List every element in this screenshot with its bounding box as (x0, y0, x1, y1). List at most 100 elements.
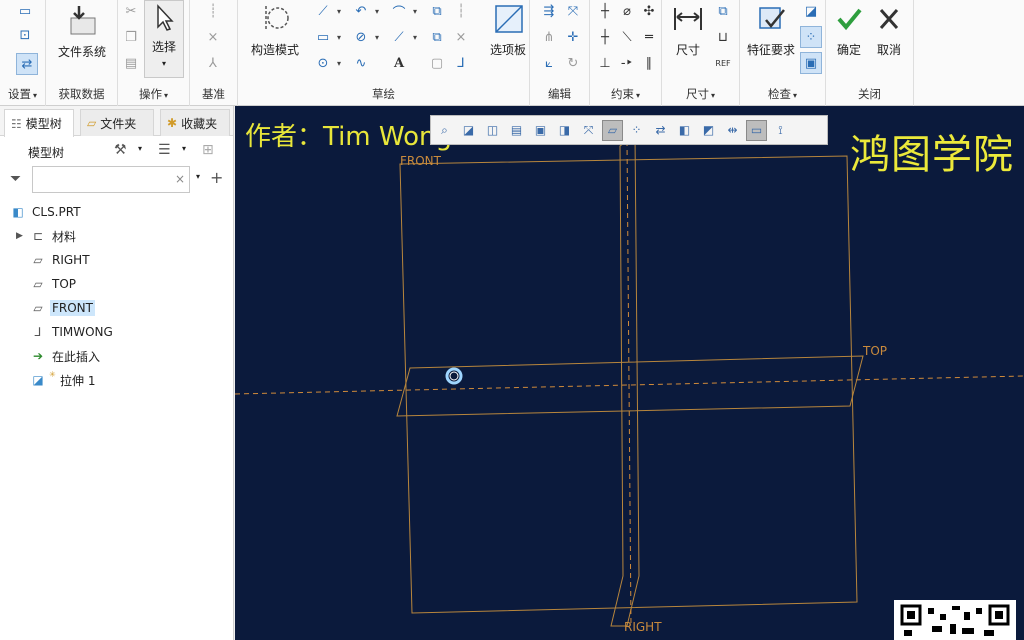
line-icon[interactable]: ⟋ (314, 2, 341, 20)
spline-icon[interactable]: ∿ (352, 54, 370, 72)
arc-icon[interactable]: ↶ (352, 2, 379, 20)
datum-display-icon[interactable]: ⤧ (578, 120, 599, 141)
refit-icon[interactable]: ⌕ (434, 120, 455, 141)
shaded-icon[interactable]: ◧ (674, 120, 695, 141)
feature-requirements-button[interactable]: 特征要求 (742, 2, 800, 58)
graphics-window[interactable]: 作者：Tim Wong 鸿图学院 ⌕ ◪ ◫ ▤ ▣ ◨ ⤧ ▱ ⁘ ⇄ ◧ ◩… (235, 106, 1024, 640)
search-dropdown-icon[interactable]: ▾ (196, 172, 200, 181)
overlapping-geometry-icon[interactable]: ◪ (802, 2, 820, 20)
dimension-display-icon[interactable]: ⇹ (722, 120, 743, 141)
tree-node-insert-here[interactable]: ➔ 在此插入 (0, 344, 234, 368)
rectangle-icon[interactable]: ▭ (314, 28, 341, 46)
tab-folder[interactable]: ▱ 文件夹 (80, 109, 154, 136)
sketch-view-icon[interactable]: ⇄ (16, 53, 38, 75)
plane-display-icon[interactable]: ▱ (602, 119, 623, 141)
show-dropdown-icon[interactable]: ▾ (182, 144, 186, 153)
cut-icon[interactable]: ✂ (122, 2, 140, 20)
select-dropdown-icon[interactable]: ▾ (162, 59, 166, 68)
point-display-icon[interactable]: ⁘ (626, 120, 647, 141)
tree-node-part[interactable]: ◧ CLS.PRT (0, 200, 234, 224)
group-label-settings[interactable]: 设置 ▾ (0, 86, 45, 102)
part-icon: ◧ (12, 205, 24, 219)
modify-icon[interactable]: ⇶ (540, 2, 558, 20)
offset-icon[interactable]: ⧉ (428, 2, 446, 20)
perimeter-icon[interactable]: ⧉ (714, 2, 732, 20)
tree-search-input[interactable]: × (32, 166, 190, 193)
palette-button[interactable]: 选项板 (486, 2, 530, 58)
vertical-constraint-icon[interactable]: ┼ (596, 2, 614, 20)
midpoint-constraint-icon[interactable]: ✣ (640, 2, 658, 20)
divide-icon[interactable]: ✛ (564, 28, 582, 46)
reference-dim-icon[interactable]: REF (714, 54, 732, 72)
file-system-button[interactable]: 文件系统 (52, 4, 112, 60)
paste-icon[interactable]: ▤ (122, 54, 140, 72)
tab-model-tree[interactable]: ☷ 模型树 (4, 109, 74, 137)
project-icon[interactable]: ▢ (428, 54, 446, 72)
group-label-constrain[interactable]: 约束 ▾ (590, 86, 661, 102)
vertex-display-icon[interactable]: ⟟ (770, 120, 791, 141)
symmetric-constraint-icon[interactable]: -‣ (618, 54, 636, 72)
thicken-icon[interactable]: ⧉ (428, 28, 446, 46)
centerline-icon[interactable]: ┊ (204, 2, 222, 20)
reference-icon[interactable]: ⊡ (16, 26, 34, 44)
group-label-inspect[interactable]: 检查 ▾ (740, 86, 825, 102)
copy-icon[interactable]: ❐ (122, 28, 140, 46)
coincident-constraint-icon[interactable]: ⟍ (618, 28, 636, 46)
ok-button[interactable]: 确定 (830, 2, 868, 58)
mirror-icon[interactable]: ⋔ (540, 28, 558, 46)
ellipse-icon[interactable]: ⊘ (352, 28, 379, 46)
add-filter-icon[interactable]: + (210, 168, 223, 187)
constraint-display-icon[interactable]: ▭ (746, 119, 767, 141)
repaint-icon[interactable]: ▤ (506, 120, 527, 141)
centerline-sketch-icon[interactable]: ┆ (452, 2, 470, 20)
clear-search-icon[interactable]: × (175, 172, 185, 186)
dimension-button[interactable]: 尺寸 (666, 2, 710, 58)
delete-segment-icon[interactable]: ⤧ (564, 2, 582, 20)
point-sketch-icon[interactable]: × (452, 28, 470, 46)
expand-icon[interactable]: ▶ (16, 231, 23, 241)
tree-node-top[interactable]: ▱ TOP (0, 272, 234, 296)
display-style-icon[interactable]: ◨ (554, 120, 575, 141)
funnel-icon[interactable]: ⏷ (10, 171, 21, 187)
point-icon[interactable]: × (204, 28, 222, 46)
tree-node-label: FRONT (50, 300, 95, 316)
right-label: RIGHT (624, 620, 662, 634)
equal-constraint-icon[interactable]: ═ (640, 28, 658, 46)
perpendicular-constraint-icon[interactable]: ⊥ (596, 54, 614, 72)
sketch-setup-icon[interactable]: ▭ (16, 2, 34, 20)
tree-node-material[interactable]: ▶ ⊏ 材料 (0, 224, 234, 248)
coordinate-system-icon[interactable]: ⅄ (204, 54, 222, 72)
tree-settings-dropdown-icon[interactable]: ▾ (138, 144, 142, 153)
cancel-button[interactable]: 取消 (870, 2, 908, 58)
shade-closed-loops-icon[interactable]: ▣ (800, 52, 822, 74)
tree-settings-icon[interactable]: ⚒ (114, 142, 127, 158)
parallel-constraint-icon[interactable]: ∥ (640, 54, 658, 72)
select-button[interactable]: 选择 ▾ (144, 0, 184, 78)
zoom-out-icon[interactable]: ◫ (482, 120, 503, 141)
fillet-icon[interactable]: ⌒ (390, 2, 417, 21)
tree-filter-icon[interactable]: ⊞ (202, 142, 214, 158)
wireframe-icon[interactable]: ◩ (698, 120, 719, 141)
saved-views-icon[interactable]: ▣ (530, 120, 551, 141)
horizontal-constraint-icon[interactable]: ┼ (596, 28, 614, 46)
show-icon[interactable]: ☰ (158, 142, 171, 158)
highlight-open-ends-icon[interactable]: ⁘ (800, 26, 822, 48)
tangent-constraint-icon[interactable]: ⌀ (618, 2, 636, 20)
tree-node-right[interactable]: ▱ RIGHT (0, 248, 234, 272)
group-label-dimension[interactable]: 尺寸 ▾ (662, 86, 739, 102)
baseline-icon[interactable]: ⊔ (714, 28, 732, 46)
text-tool-icon[interactable]: A (390, 54, 408, 72)
coord-sketch-icon[interactable]: ⅃ (452, 54, 470, 72)
tree-node-extrude[interactable]: ◪ ✳ 拉伸 1 (0, 368, 234, 392)
tree-node-front[interactable]: ▱ FRONT (0, 296, 234, 320)
rotate-resize-icon[interactable]: ↻ (564, 54, 582, 72)
group-label-operations[interactable]: 操作 ▾ (118, 86, 189, 102)
tab-favorites[interactable]: ✱ 收藏夹 (160, 109, 230, 136)
tree-node-csys[interactable]: ⅃ TIMWONG (0, 320, 234, 344)
construction-mode-button[interactable]: 构造模式 (244, 2, 306, 58)
sketch-view-orient-icon[interactable]: ⇄ (650, 120, 671, 141)
circle-icon[interactable]: ⊙ (314, 54, 341, 72)
chamfer-icon[interactable]: ⟋ (390, 28, 417, 46)
corner-icon[interactable]: ⟀ (540, 54, 558, 72)
zoom-in-icon[interactable]: ◪ (458, 120, 479, 141)
